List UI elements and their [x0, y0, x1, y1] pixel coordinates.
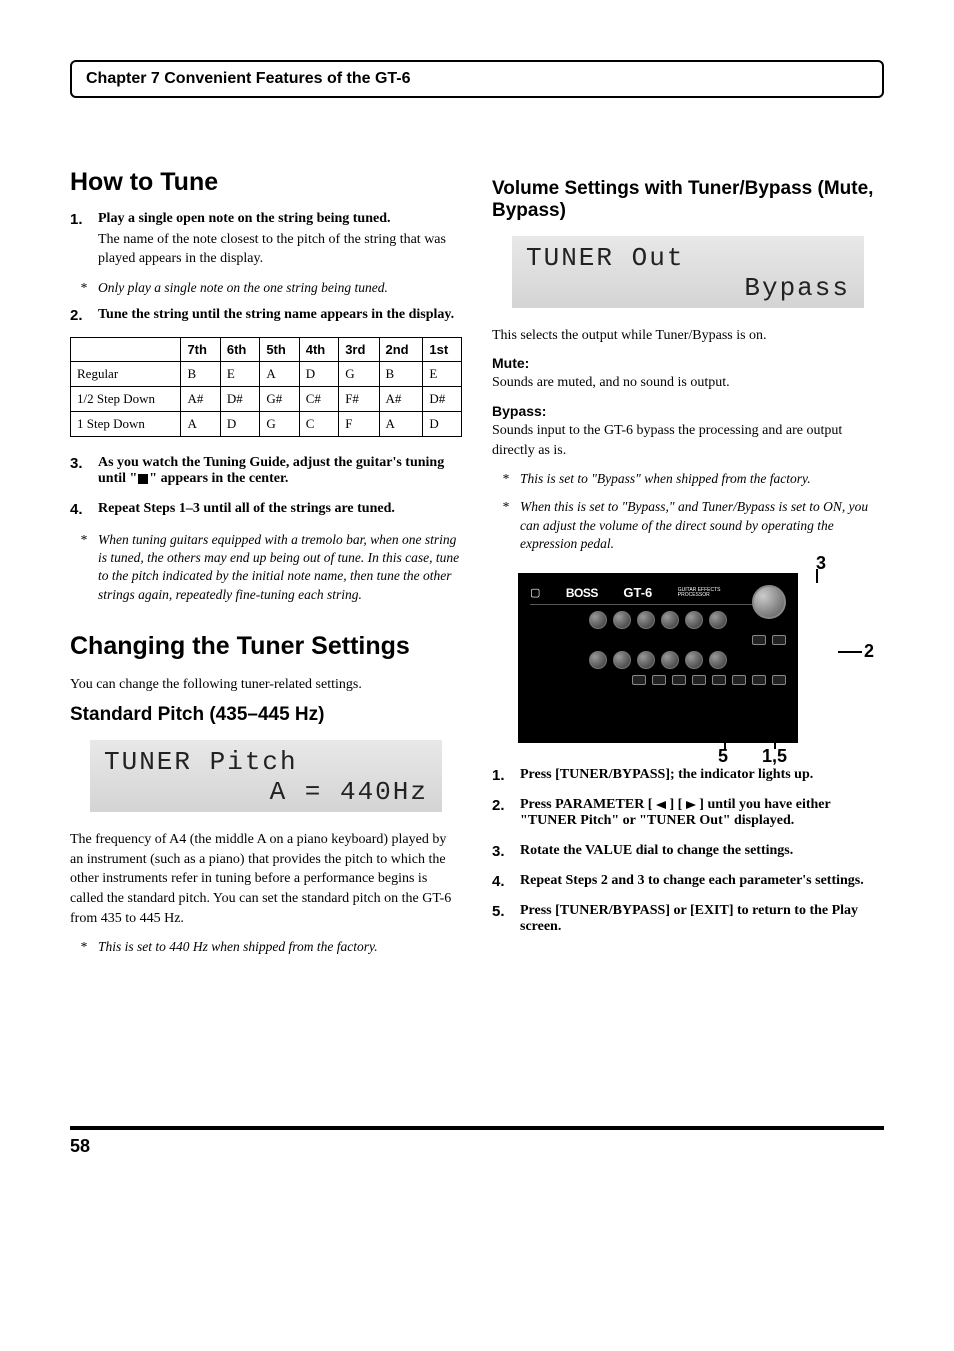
knob-row: [530, 651, 786, 669]
note-text: When this is set to "Bypass," and Tuner/…: [520, 498, 884, 553]
r-step-3: 3. Rotate the VALUE dial to change the s…: [492, 843, 884, 863]
heading-standard-pitch: Standard Pitch (435–445 Hz): [70, 704, 462, 726]
table-row: 1/2 Step Down A# D# G# C# F# A# D#: [71, 387, 462, 412]
step-number: 2.: [70, 307, 88, 327]
paragraph: You can change the following tuner-relat…: [70, 675, 462, 695]
step-text: As you watch the Tuning Guide, adjust th…: [98, 455, 462, 487]
step-2: 2. Tune the string until the string name…: [70, 307, 462, 327]
boss-logo: BOSS: [566, 586, 598, 600]
r-step-4: 4. Repeat Steps 2 and 3 to change each p…: [492, 873, 884, 893]
heading-volume-settings: Volume Settings with Tuner/Bypass (Mute,…: [492, 178, 884, 222]
note-text: Only play a single note on the one strin…: [98, 279, 388, 297]
table-header-row: 7th 6th 5th 4th 3rd 2nd 1st: [71, 338, 462, 362]
paragraph: Sounds are muted, and no sound is output…: [492, 373, 884, 393]
r-step-5: 5. Press [TUNER/BYPASS] or [EXIT] to ret…: [492, 903, 884, 939]
heading-how-to-tune: How to Tune: [70, 168, 462, 197]
right-column: Volume Settings with Tuner/Bypass (Mute,…: [492, 168, 884, 966]
note: * When tuning guitars equipped with a tr…: [80, 531, 462, 604]
note-text: This is set to 440 Hz when shipped from …: [98, 938, 378, 956]
step-3: 3. As you watch the Tuning Guide, adjust…: [70, 455, 462, 491]
paragraph: Sounds input to the GT-6 bypass the proc…: [492, 421, 884, 460]
stop-icon: [138, 474, 148, 484]
step-text: Press [TUNER/BYPASS] or [EXIT] to return…: [520, 903, 884, 935]
model-sub: GUITAR EFFECTSPROCESSOR: [678, 588, 721, 598]
paragraph: This selects the output while Tuner/Bypa…: [492, 326, 884, 346]
callout-5: 5: [718, 746, 728, 767]
device-panel: ▢ BOSS GT-6 GUITAR EFFECTSPROCESSOR: [518, 573, 798, 743]
step-number: 1.: [492, 767, 510, 787]
heading-changing-tuner-settings: Changing the Tuner Settings: [70, 632, 462, 661]
left-column: How to Tune 1. Play a single open note o…: [70, 168, 462, 966]
lcd-display-out: TUNER Out Bypass: [512, 236, 864, 308]
step-subtext: The name of the note closest to the pitc…: [98, 231, 462, 269]
step-text: Repeat Steps 2 and 3 to change each para…: [520, 873, 884, 889]
note: * This is set to "Bypass" when shipped f…: [502, 470, 884, 488]
triangle-left-icon: [656, 801, 666, 809]
step-text: Play a single open note on the string be…: [98, 211, 462, 227]
step-text: Rotate the VALUE dial to change the sett…: [520, 843, 884, 859]
step-number: 1.: [70, 211, 88, 269]
subheading-bypass: Bypass:: [492, 403, 884, 419]
device-diagram: 3 ▢ BOSS GT-6 GUITAR EFFECTSPROCESSOR: [518, 573, 858, 743]
note-text: When tuning guitars equipped with a trem…: [98, 531, 462, 604]
step-number: 3.: [70, 455, 88, 491]
note: * Only play a single note on the one str…: [80, 279, 462, 297]
step-number: 4.: [492, 873, 510, 893]
step-1: 1. Play a single open note on the string…: [70, 211, 462, 269]
r-step-2: 2. Press PARAMETER [ ] [ ] until you hav…: [492, 797, 884, 833]
step-text: Press [TUNER/BYPASS]; the indicator ligh…: [520, 767, 884, 783]
step-number: 4.: [70, 501, 88, 521]
callout-15: 1,5: [762, 746, 787, 767]
value-dial: [752, 585, 786, 619]
note: * When this is set to "Bypass," and Tune…: [502, 498, 884, 553]
model-label: GT-6: [623, 585, 652, 600]
lcd-display-pitch: TUNER Pitch A = 440Hz: [90, 740, 442, 812]
step-text: Press PARAMETER [ ] [ ] until you have e…: [520, 797, 884, 829]
triangle-right-icon: [686, 801, 696, 809]
note: * This is set to 440 Hz when shipped fro…: [80, 938, 462, 956]
step-text: Tune the string until the string name ap…: [98, 307, 462, 323]
table-row: Regular B E A D G B E: [71, 362, 462, 387]
table-row: 1 Step Down A D G C F A D: [71, 412, 462, 437]
r-step-1: 1. Press [TUNER/BYPASS]; the indicator l…: [492, 767, 884, 787]
page-number: 58: [70, 1126, 884, 1157]
knob-row: [530, 611, 786, 629]
step-number: 3.: [492, 843, 510, 863]
step-number: 2.: [492, 797, 510, 833]
callout-2: 2: [864, 641, 874, 662]
step-text: Repeat Steps 1–3 until all of the string…: [98, 501, 462, 517]
paragraph: The frequency of A4 (the middle A on a p…: [70, 830, 462, 928]
step-4: 4. Repeat Steps 1–3 until all of the str…: [70, 501, 462, 521]
note-text: This is set to "Bypass" when shipped fro…: [520, 470, 811, 488]
subheading-mute: Mute:: [492, 355, 884, 371]
step-number: 5.: [492, 903, 510, 939]
tuning-table: 7th 6th 5th 4th 3rd 2nd 1st Regular B E …: [70, 337, 462, 437]
chapter-header: Chapter 7 Convenient Features of the GT-…: [70, 60, 884, 98]
